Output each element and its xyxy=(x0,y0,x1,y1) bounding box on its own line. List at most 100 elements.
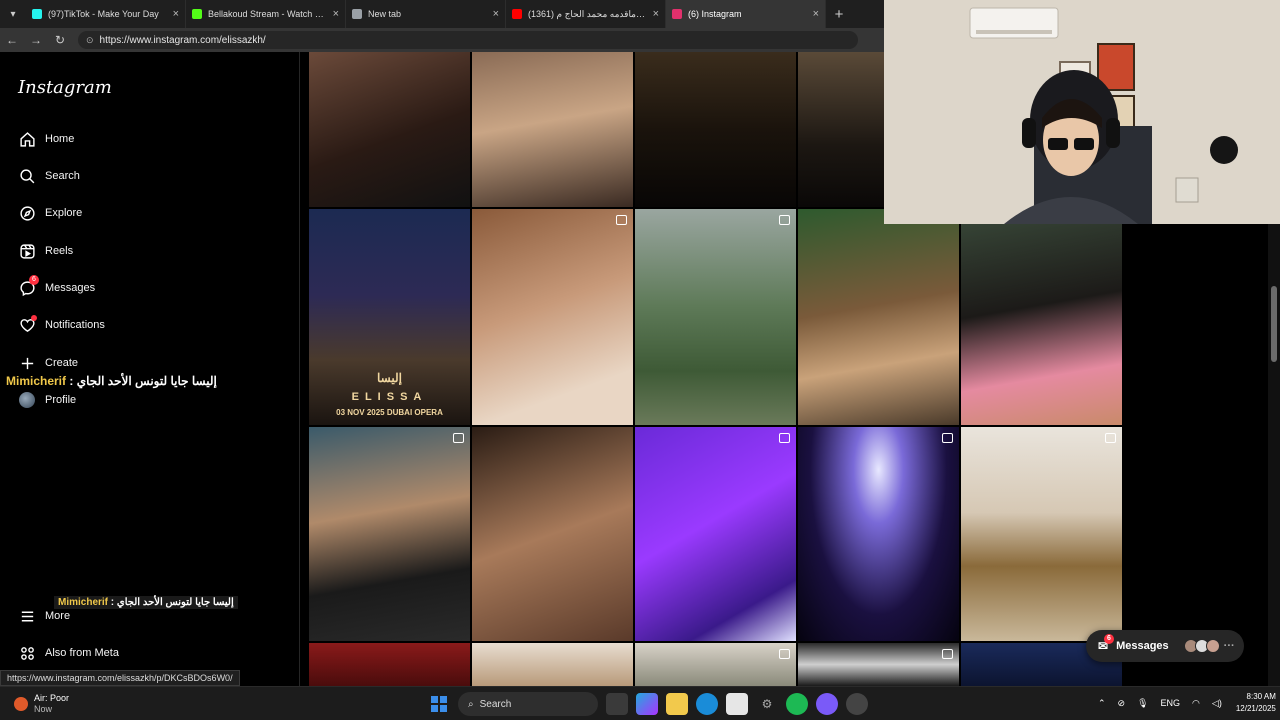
post-tile[interactable] xyxy=(961,427,1122,641)
clock[interactable]: 8:30 AM 12/21/2025 xyxy=(1236,691,1276,715)
sidebar-item-explore[interactable]: Explore xyxy=(18,204,82,222)
store-icon[interactable] xyxy=(726,693,748,715)
sidebar-item-also-from-meta[interactable]: Also from Meta xyxy=(18,644,119,662)
browser-tab[interactable]: (97)TikTok - Make Your Day × xyxy=(26,0,186,28)
plus-icon xyxy=(18,354,36,372)
forward-arrow-icon[interactable]: → xyxy=(24,33,48,47)
browser-tab[interactable]: (6) Instagram × xyxy=(666,0,826,28)
notification-dot xyxy=(31,315,37,321)
copilot-icon[interactable] xyxy=(636,693,658,715)
sidebar-item-create[interactable]: Create xyxy=(18,354,78,372)
carousel-icon xyxy=(616,215,627,225)
reel-icon xyxy=(779,649,790,659)
sidebar-item-label: More xyxy=(45,610,71,622)
tab-favicon-icon xyxy=(352,9,362,19)
post-tile[interactable] xyxy=(309,643,470,686)
post-tile[interactable] xyxy=(961,209,1122,425)
sidebar-item-reels[interactable]: Reels xyxy=(18,242,73,260)
url-input[interactable]: ⊙ https://www.instagram.com/elissazkh/ xyxy=(78,31,858,49)
tab-title: (97)TikTok - Make Your Day xyxy=(48,9,159,19)
avatar xyxy=(1205,639,1220,653)
tab-close-icon[interactable]: × xyxy=(653,8,659,20)
spotify-icon[interactable] xyxy=(786,693,808,715)
sidebar-item-home[interactable]: Home xyxy=(18,130,74,148)
file-explorer-icon[interactable] xyxy=(666,693,688,715)
messages-floating-button[interactable]: ✉ 6 Messages ··· xyxy=(1086,630,1244,662)
tab-title: (6) Instagram xyxy=(688,9,742,19)
post-tile[interactable] xyxy=(635,52,796,207)
page-scrollbar[interactable] xyxy=(1268,224,1280,686)
home-icon xyxy=(18,130,36,148)
back-arrow-icon[interactable]: ← xyxy=(0,33,24,47)
address-bar-row: ← → ↻ ⊙ https://www.instagram.com/elissa… xyxy=(0,28,884,52)
meta-icon xyxy=(18,644,36,662)
tab-close-icon[interactable]: × xyxy=(493,8,499,20)
obs-icon[interactable] xyxy=(846,693,868,715)
stream-chat-overlay-top: Mimicherif : إليسا جايا لتونس الأحد الجا… xyxy=(6,374,217,388)
tab-close-icon[interactable]: × xyxy=(333,8,339,20)
browser-tab[interactable]: New tab × xyxy=(346,0,506,28)
new-tab-button[interactable]: + xyxy=(826,0,852,28)
sidebar-item-label: Also from Meta xyxy=(45,647,119,659)
language-indicator[interactable]: ENG xyxy=(1161,698,1181,708)
sidebar-item-messages[interactable]: 6 Messages xyxy=(18,275,95,297)
carousel-icon xyxy=(1105,433,1116,443)
post-tile[interactable] xyxy=(798,209,959,425)
post-tile[interactable] xyxy=(798,52,884,207)
wifi-icon[interactable]: ◠ xyxy=(1192,698,1200,709)
post-tile[interactable] xyxy=(309,427,470,641)
post-tile-concert-poster[interactable]: إليسا ELISSA 03 NOV 2025 DUBAI OPERA xyxy=(309,209,470,425)
tab-favicon-icon xyxy=(672,9,682,19)
network-off-icon[interactable]: ⊘ xyxy=(1118,698,1126,709)
sidebar-item-label: Home xyxy=(45,133,75,145)
post-tile[interactable] xyxy=(635,643,796,686)
volume-icon[interactable]: ◁) xyxy=(1212,698,1222,709)
scrollbar-thumb[interactable] xyxy=(1271,286,1277,362)
chat-separator: : xyxy=(108,597,117,608)
search-icon xyxy=(18,167,36,185)
sidebar-item-notifications[interactable]: Notifications xyxy=(18,315,105,334)
sidebar-item-profile[interactable]: Profile xyxy=(18,391,76,409)
taskbar-search[interactable]: ⌕ Search xyxy=(458,692,598,716)
taskbar-apps: ⌕ Search ⚙ xyxy=(424,692,872,716)
tab-title: (1361) أفضل ماقدمه محمد الحاج م... xyxy=(528,8,647,19)
more-dots-icon: ··· xyxy=(1223,640,1235,652)
sidebar-item-search[interactable]: Search xyxy=(18,167,80,185)
tab-close-icon[interactable]: × xyxy=(813,8,819,20)
link-hover-status: https://www.instagram.com/elissazkh/p/DK… xyxy=(0,670,240,686)
weather-sub: Now xyxy=(34,704,53,714)
post-tile[interactable] xyxy=(309,52,470,207)
microphone-icon[interactable]: 🎙 xyxy=(1137,698,1148,709)
post-tile[interactable] xyxy=(472,427,633,641)
instagram-logo[interactable]: Instagram xyxy=(18,77,112,98)
system-tray: ⌃ ⊘ 🎙 ENG ◠ ◁) 8:30 AM 12/21/2025 xyxy=(1092,691,1276,715)
tab-title: New tab xyxy=(368,9,402,19)
post-tile[interactable] xyxy=(472,643,633,686)
windows-start-icon[interactable] xyxy=(428,693,450,715)
site-info-icon[interactable]: ⊙ xyxy=(86,35,94,46)
task-view-icon[interactable] xyxy=(606,693,628,715)
tab-list-chevron-icon[interactable]: ▾ xyxy=(0,0,26,28)
post-tile[interactable] xyxy=(635,209,796,425)
post-tile[interactable] xyxy=(472,209,633,425)
tab-close-icon[interactable]: × xyxy=(173,8,179,20)
reload-icon[interactable]: ↻ xyxy=(48,33,72,47)
sidebar-item-more[interactable]: More xyxy=(18,607,70,625)
post-tile[interactable] xyxy=(798,643,959,686)
poster-date: 03 NOV 2025 DUBAI OPERA xyxy=(336,408,443,417)
show-hidden-icons-chevron-icon[interactable]: ⌃ xyxy=(1098,698,1106,709)
browser-tab[interactable]: (1361) أفضل ماقدمه محمد الحاج م... × xyxy=(506,0,666,28)
edge-icon[interactable] xyxy=(696,693,718,715)
post-tile[interactable] xyxy=(635,427,796,641)
webcam-overlay xyxy=(884,0,1280,224)
tab-favicon-icon xyxy=(512,9,522,19)
chat-username: Mimicherif xyxy=(58,597,109,608)
settings-gear-icon[interactable]: ⚙ xyxy=(756,693,778,715)
browser-tab[interactable]: Bellakoud Stream - Watch Live on × xyxy=(186,0,346,28)
post-tile[interactable] xyxy=(472,52,633,207)
discord-icon[interactable] xyxy=(816,693,838,715)
windows-taskbar: Air: Poor Now ⌕ Search ⚙ ⌃ ⊘ 🎙 ENG ◠ ◁) … xyxy=(0,686,1280,720)
post-tile[interactable] xyxy=(798,427,959,641)
weather-widget[interactable]: Air: Poor Now xyxy=(14,693,69,715)
sidebar-item-label: Explore xyxy=(45,207,83,219)
